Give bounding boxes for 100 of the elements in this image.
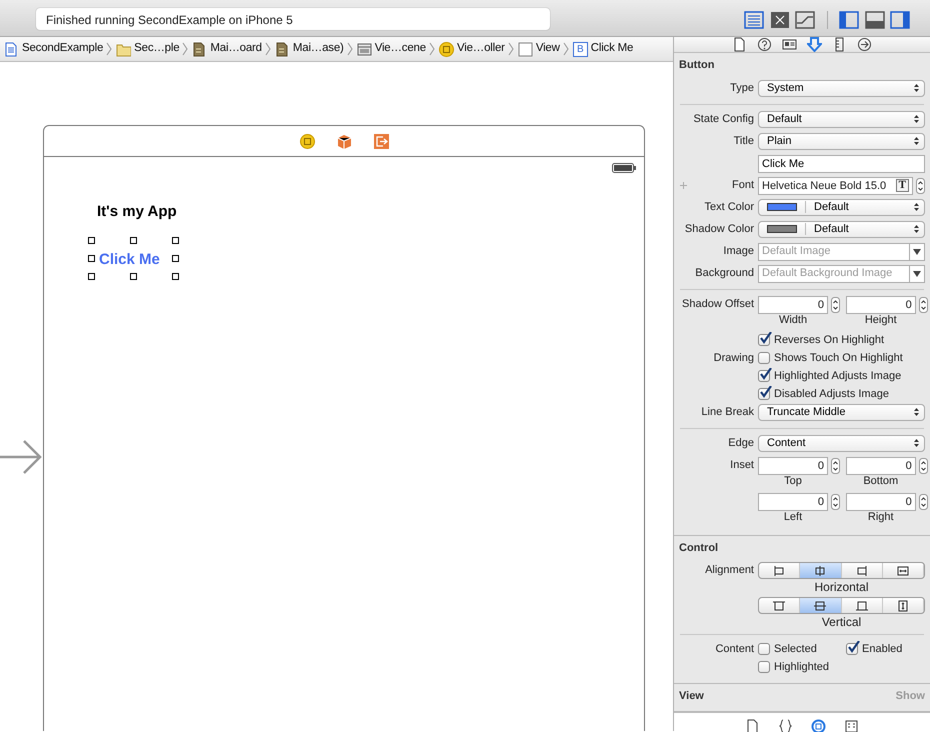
field-label: State Config — [693, 112, 754, 124]
entry-arrow-icon — [0, 439, 44, 475]
checkbox-option[interactable]: Enabled — [846, 641, 902, 657]
checkbox[interactable] — [758, 334, 770, 346]
file-template-tab[interactable] — [745, 718, 760, 732]
align-center-vertical-segment[interactable] — [800, 598, 842, 613]
number-field[interactable]: 0 — [758, 296, 828, 314]
align-bottom-icon — [854, 598, 869, 612]
debug-area-toggle-icon[interactable] — [864, 11, 884, 29]
checkbox-option[interactable]: Highlighted Adjusts Image — [758, 368, 902, 384]
section-header: Control — [679, 540, 718, 556]
field-label: Text Color — [704, 200, 754, 212]
popup-arrows-icon — [913, 407, 920, 417]
popup-arrows-icon — [913, 114, 920, 124]
navigator-toggle-icon[interactable] — [839, 11, 859, 29]
popup-button[interactable]: System — [758, 80, 925, 96]
chevron-icon — [562, 42, 569, 56]
popup-arrows-icon — [913, 202, 920, 212]
popup-arrows-icon — [913, 83, 920, 93]
checkbox[interactable] — [758, 370, 770, 382]
stepper-icon — [918, 296, 928, 312]
popup-button[interactable]: Plain — [758, 132, 925, 150]
checkbox[interactable] — [758, 352, 770, 364]
checkbox-option[interactable]: Selected — [758, 641, 830, 657]
breadcrumb-item[interactable]: Mai…ase) — [274, 40, 345, 58]
breadcrumb-item[interactable]: Mai…oard — [191, 40, 263, 58]
utilities-toggle-icon[interactable] — [890, 11, 910, 29]
section-header: View — [679, 689, 704, 704]
field-label: Alignment — [705, 564, 754, 576]
storyboard-icon — [274, 42, 290, 56]
checkbox[interactable] — [846, 643, 858, 655]
checkbox[interactable] — [758, 388, 770, 400]
click-me-button[interactable]: Click Me — [99, 251, 160, 269]
add-icon — [680, 182, 687, 188]
popup-button[interactable]: Default — [758, 110, 925, 128]
app-title-label: It's my App — [97, 202, 177, 222]
checkbox-option[interactable]: Disabled Adjusts Image — [758, 386, 889, 402]
help-inspector-tab[interactable] — [757, 37, 772, 52]
align-center-horizontal-icon — [813, 564, 828, 578]
breadcrumb-item[interactable]: SecondExample — [3, 40, 104, 58]
color-popup[interactable]: Default — [758, 198, 925, 216]
dropdown-button[interactable] — [909, 266, 924, 282]
arrow-circle-inspector-tab[interactable] — [857, 37, 872, 52]
checkbox-option[interactable]: Highlighted — [758, 659, 830, 675]
combo-box[interactable]: Default Background Image — [758, 264, 925, 282]
checkbox-option[interactable]: Shows Touch On Highlight — [758, 350, 903, 366]
stepper-icon — [918, 458, 928, 474]
selection-handles[interactable] — [88, 237, 181, 282]
popup-button[interactable]: Content — [758, 434, 925, 452]
align-left-icon — [772, 564, 786, 578]
identity-card-inspector-tab[interactable] — [782, 37, 797, 52]
breadcrumb-item[interactable]: Vie…cene — [356, 40, 427, 58]
combo-box[interactable]: Default Image — [758, 242, 925, 260]
stepper-icon — [830, 494, 840, 510]
field-label: Content — [715, 643, 754, 655]
align-right-icon — [854, 564, 869, 578]
checkbox[interactable] — [758, 661, 770, 673]
field-label: Drawing — [714, 352, 754, 364]
number-field[interactable]: 0 — [846, 456, 916, 474]
align-top-icon — [772, 598, 786, 612]
chevron-icon — [182, 42, 188, 56]
breadcrumb-item[interactable]: Sec…ple — [115, 40, 180, 58]
popup-button[interactable]: Truncate Middle — [758, 404, 925, 420]
object-library-tab[interactable] — [811, 718, 826, 732]
number-field[interactable]: 0 — [846, 492, 916, 510]
stepper-icon — [916, 178, 925, 194]
status-field: Finished running SecondExample on iPhone 5 — [36, 8, 550, 30]
font-picker-icon[interactable]: T — [896, 179, 909, 192]
number-field[interactable]: 0 — [758, 456, 828, 474]
number-field[interactable]: 0 — [758, 492, 828, 510]
font-field[interactable]: Helvetica Neue Bold 15.0 T — [758, 176, 913, 194]
checkbox[interactable] — [758, 643, 770, 655]
file-inspector-tab[interactable] — [732, 37, 747, 52]
button-icon: B — [572, 42, 588, 56]
field-caption: Height — [864, 314, 898, 326]
number-field[interactable]: 0 — [846, 296, 916, 314]
chevron-icon — [346, 42, 353, 56]
document-icon — [4, 42, 19, 56]
breadcrumb-item[interactable]: View — [516, 40, 561, 58]
stepper-icon — [830, 296, 840, 312]
breadcrumb-item[interactable]: B Click Me — [572, 40, 634, 58]
standard-editor-icon[interactable] — [744, 11, 764, 29]
popup-arrows-icon — [913, 224, 920, 234]
color-popup[interactable]: Default — [758, 220, 925, 238]
title-field[interactable]: Click Me — [758, 154, 925, 172]
scene-icon — [356, 42, 372, 56]
attributes-inspector-tab[interactable] — [807, 37, 822, 52]
media-library-tab[interactable] — [844, 718, 859, 732]
code-snippet-tab[interactable] — [778, 718, 793, 732]
field-label: Line Break — [701, 406, 754, 418]
view-controller-icon — [438, 42, 454, 56]
align-center-horizontal-segment[interactable] — [800, 563, 842, 578]
checkbox-option[interactable]: Reverses On Highlight — [758, 332, 884, 348]
fill-horizontal-icon — [896, 564, 910, 578]
stepper-icon — [918, 494, 928, 510]
version-editor-icon[interactable] — [795, 11, 815, 29]
field-label: Shadow Color — [684, 222, 754, 234]
breadcrumb-item[interactable]: Vie…oller — [438, 40, 506, 58]
chevron-icon — [508, 42, 514, 56]
dropdown-button[interactable] — [909, 244, 924, 260]
